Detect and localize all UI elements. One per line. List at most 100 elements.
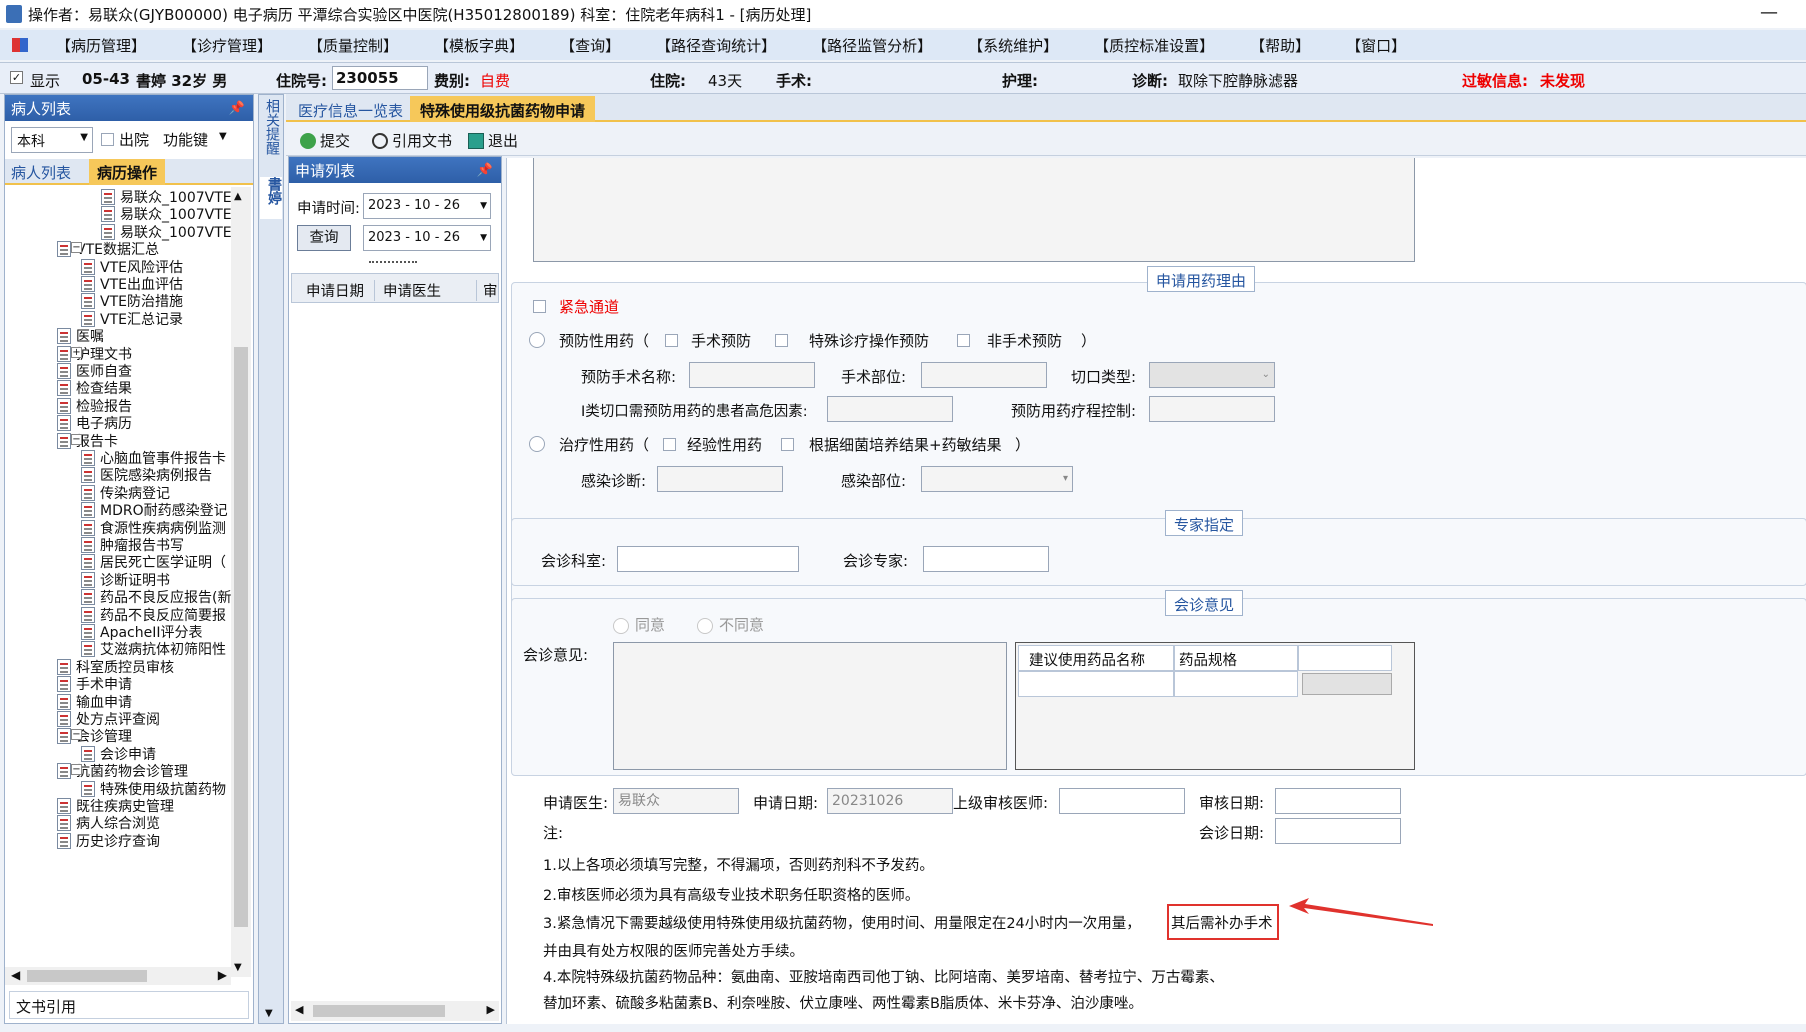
review-date-field[interactable] [1275, 788, 1401, 814]
apply-date-field[interactable]: 20231026 [827, 788, 953, 814]
scroll-down-icon[interactable]: ▼ [234, 962, 242, 973]
infection-dx-field[interactable] [657, 466, 783, 492]
tab-medical-info[interactable]: 医疗信息一览表 [288, 96, 413, 122]
minimize-button[interactable]: — [1760, 2, 1778, 23]
col-apply-date[interactable]: 申请日期 [306, 280, 364, 301]
date-to-field[interactable]: 2023 - 10 - 26 ▼ [363, 225, 491, 251]
menu-window[interactable]: 【窗口】 [1328, 35, 1424, 56]
menu-record-mgmt[interactable]: 【病历管理】 [38, 35, 164, 56]
therapeutic-radio[interactable] [529, 436, 545, 452]
function-key-button[interactable]: 功能键 [163, 129, 208, 150]
menu-help[interactable]: 【帮助】 [1232, 35, 1328, 56]
consult-expert-field[interactable] [923, 546, 1049, 572]
query-button[interactable]: 查询 [297, 225, 351, 251]
menu-templates[interactable]: 【模板字典】 [416, 35, 542, 56]
tree-item-label: 历史诊疗查询 [76, 833, 160, 850]
tree-history-query[interactable]: 历史诊疗查询 [57, 831, 160, 851]
opinion-textarea[interactable] [613, 642, 1007, 770]
menu-treatment-mgmt[interactable]: 【诊疗管理】 [164, 35, 290, 56]
dept-select[interactable]: 本科 ▼ [11, 127, 93, 153]
col-apply-doctor[interactable]: 申请医生 [374, 280, 441, 301]
top-textarea[interactable] [533, 158, 1415, 262]
col-drug-spec[interactable]: 药品规格 [1174, 645, 1298, 671]
prev-surgery-name-label: 预防手术名称: [581, 368, 677, 386]
scroll-right-icon[interactable]: ▶ [487, 1003, 495, 1016]
tree-vscrollbar[interactable]: ▲ ▼ [231, 187, 251, 977]
scroll-left-icon[interactable]: ◀ [11, 968, 20, 982]
menu-query[interactable]: 【查询】 [542, 35, 638, 56]
consult-dept-field[interactable] [617, 546, 799, 572]
side-tab-reminders[interactable]: 相关提醒 [262, 99, 280, 155]
drug-action-cell[interactable] [1302, 673, 1392, 695]
tree-expander-icon[interactable]: − [71, 729, 82, 741]
tree-expander-icon[interactable]: − [71, 433, 82, 445]
tree-expander-icon[interactable]: + [71, 346, 82, 358]
tree-vscroll-thumb[interactable] [234, 347, 248, 927]
scroll-left-icon[interactable]: ◀ [295, 1003, 303, 1016]
side-chevron-down-icon[interactable]: ▼ [265, 1008, 273, 1019]
magnifier-icon [372, 132, 388, 149]
application-hscroll-thumb[interactable] [313, 1005, 445, 1017]
toolbar: 提交 引用文书 退出 [286, 124, 1806, 156]
admission-no-field[interactable]: 230055 [332, 66, 428, 90]
reviewer-field[interactable] [1059, 788, 1185, 814]
infection-site-select[interactable]: ▾ [921, 466, 1073, 492]
app-icon [6, 5, 22, 23]
special-op-checkbox[interactable] [775, 334, 788, 347]
disagree-radio[interactable] [697, 618, 713, 634]
pin-icon[interactable]: 📌 [229, 101, 245, 116]
doc-cite-footer[interactable]: 文书引用 [9, 991, 249, 1019]
tree-hscrollbar[interactable]: ◀ ▶ [5, 967, 231, 985]
submit-icon [300, 132, 316, 149]
diagnosis-value: 取除下腔静脉滤器 [1178, 72, 1299, 90]
splitter-handle[interactable] [369, 261, 417, 263]
surgical-prevention-checkbox[interactable] [665, 334, 678, 347]
scroll-up-icon[interactable]: ▲ [234, 191, 242, 202]
apply-date-label: 申请日期: [753, 794, 819, 812]
culture-based-checkbox[interactable] [781, 438, 794, 451]
menu-quality-control[interactable]: 【质量控制】 [290, 35, 416, 56]
col-drug-name[interactable]: 建议使用药品名称 [1018, 645, 1174, 671]
surgery-site-field[interactable] [921, 362, 1047, 388]
note-label: 注: [543, 824, 564, 842]
cite-doc-button[interactable]: 引用文书 [372, 130, 452, 151]
document-icon [57, 432, 71, 449]
non-surgical-checkbox[interactable] [957, 334, 970, 347]
date-from-field[interactable]: 2023 - 10 - 26 ▼ [363, 193, 491, 219]
applicant-field[interactable]: 易联众 [613, 788, 739, 814]
empirical-checkbox[interactable] [663, 438, 676, 451]
prophylactic-radio[interactable] [529, 332, 545, 348]
consult-date-field[interactable] [1275, 818, 1401, 844]
submit-button[interactable]: 提交 [300, 130, 350, 151]
tree-expander-icon[interactable]: − [71, 764, 82, 776]
agree-radio[interactable] [613, 618, 629, 634]
tab-record-ops[interactable]: 病历操作 [89, 159, 166, 185]
date-from-chevron-icon[interactable]: ▼ [480, 194, 487, 218]
tree-hscroll-thumb[interactable] [27, 970, 147, 982]
drug-name-cell[interactable] [1018, 671, 1174, 697]
menu-path-stats[interactable]: 【路径查询统计】 [638, 35, 794, 56]
show-checkbox[interactable]: ✓ [10, 71, 23, 84]
incision-chevron-icon: ⌄ [1261, 369, 1270, 380]
exit-button[interactable]: 退出 [468, 130, 518, 151]
emergency-checkbox[interactable] [533, 300, 546, 313]
col-review[interactable]: 审 [476, 280, 498, 301]
course-control-field[interactable] [1149, 396, 1275, 422]
tree-expander-icon[interactable]: − [71, 242, 82, 254]
agree-label: 同意 [635, 616, 666, 634]
risk-factors-field[interactable] [827, 396, 953, 422]
discharge-checkbox[interactable] [101, 133, 114, 146]
prev-surgery-name-field[interactable] [689, 362, 815, 388]
date-to-chevron-icon[interactable]: ▼ [480, 226, 487, 250]
pin-icon[interactable]: 📌 [477, 163, 493, 178]
menu-path-supervision[interactable]: 【路径监管分析】 [794, 35, 950, 56]
tab-antibiotic-application[interactable]: 特殊使用级抗菌药物申请 [410, 96, 596, 122]
menu-system-maintenance[interactable]: 【系统维护】 [950, 35, 1076, 56]
incision-type-select[interactable]: ⌄ [1149, 362, 1275, 388]
application-hscrollbar[interactable]: ◀ ▶ [291, 1001, 499, 1021]
side-tab-patient[interactable]: 書婷 [260, 177, 282, 219]
scroll-right-icon[interactable]: ▶ [218, 968, 227, 982]
drug-spec-cell[interactable] [1174, 671, 1298, 697]
menu-qc-standards[interactable]: 【质控标准设置】 [1076, 35, 1232, 56]
tab-patient-list[interactable]: 病人列表 [11, 162, 71, 183]
